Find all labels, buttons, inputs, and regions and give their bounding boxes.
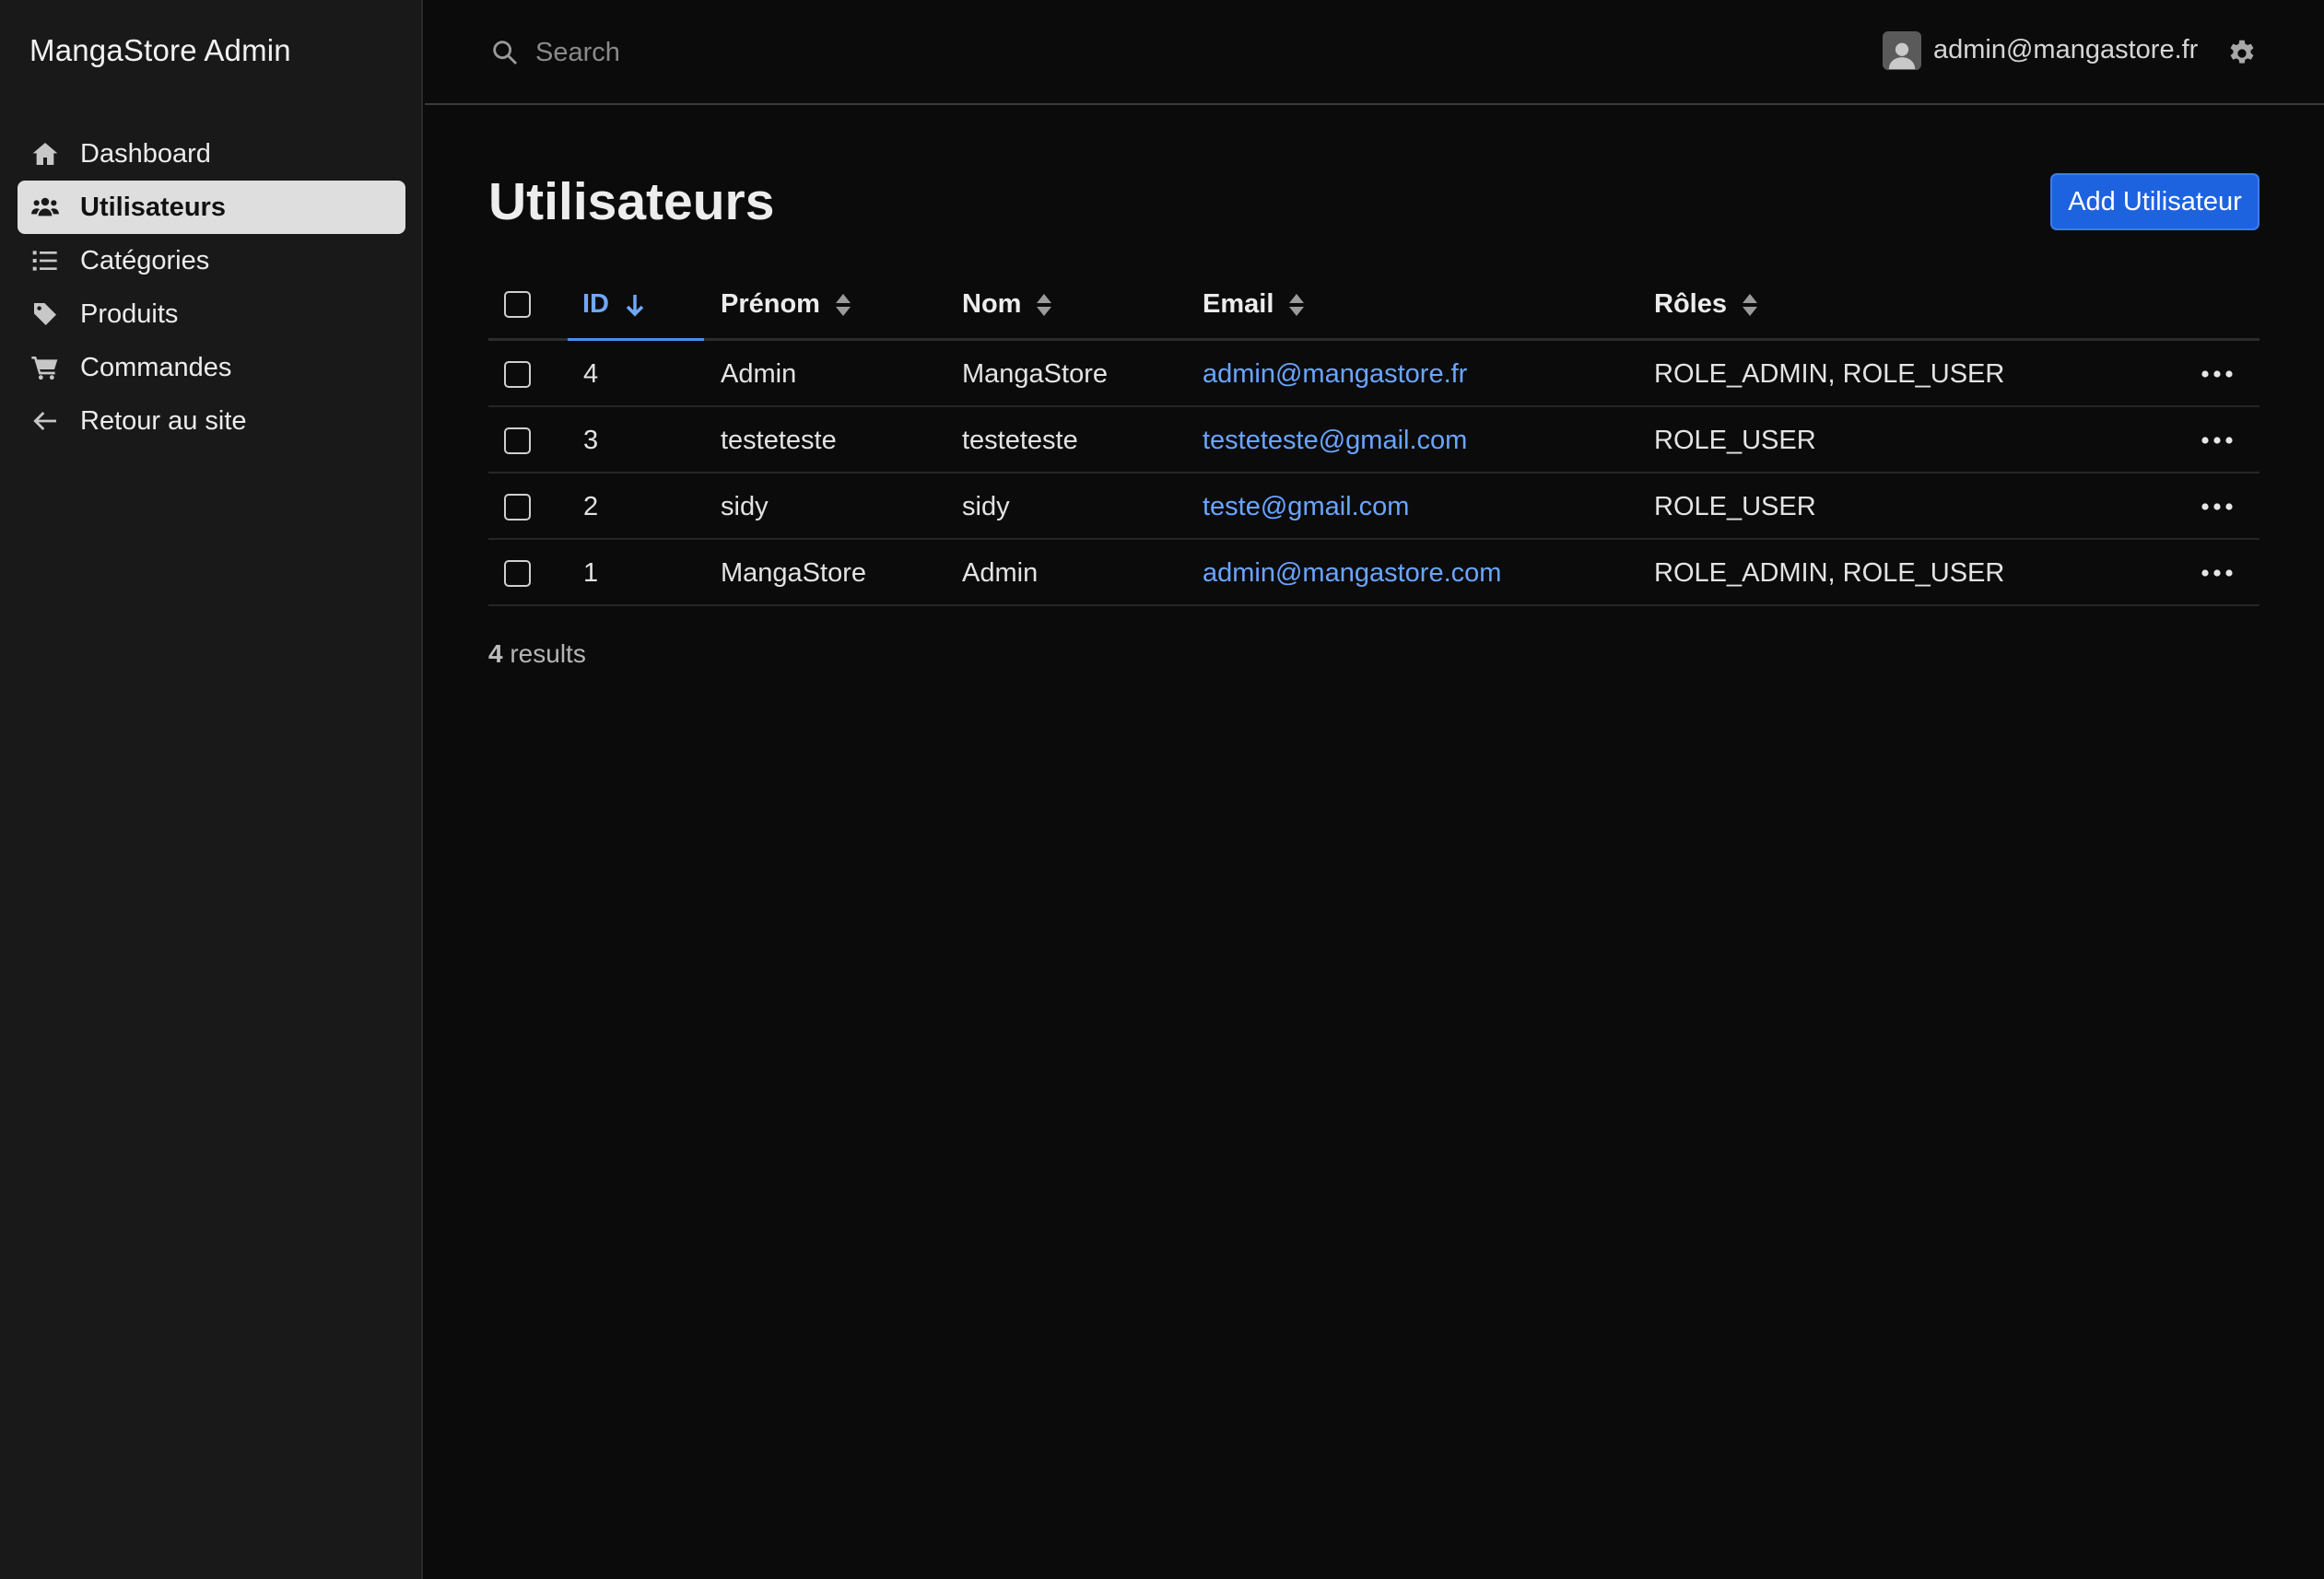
cell-roles: ROLE_ADMIN, ROLE_USER [1654,558,2005,588]
table-header: ID Prénom Nom Email Rôles [488,271,2259,341]
sidebar: MangaStore Admin Dashboard Utilisateurs … [0,0,423,1579]
users-icon [30,193,60,222]
row-checkbox[interactable] [504,361,531,388]
sidebar-item-label: Catégories [80,245,210,275]
results-number: 4 [488,639,503,668]
cell-prenom: MangaStore [721,558,866,588]
user-email[interactable]: admin@mangastore.fr [1933,35,2198,65]
gear-icon[interactable] [2225,37,2259,70]
table-row: 4 Admin MangaStore admin@mangastore.fr R… [488,341,2259,407]
arrow-left-icon [30,406,60,436]
sort-icon [1742,293,1758,317]
sidebar-item-utilisateurs[interactable]: Utilisateurs [18,181,405,234]
table-row: 3 testeteste testeteste testeteste@gmail… [488,407,2259,474]
cell-email-link[interactable]: admin@mangastore.fr [1203,359,1467,390]
cell-nom: sidy [962,492,1010,521]
cell-email-link[interactable]: admin@mangastore.com [1203,558,1501,589]
cell-email-link[interactable]: testeteste@gmail.com [1203,426,1467,456]
top-bar: admin@mangastore.fr [425,0,2324,105]
cell-roles: ROLE_USER [1654,426,1816,455]
cell-prenom: testeteste [721,426,837,455]
sort-icon [835,293,851,317]
column-header-email[interactable]: Email [1203,289,1305,320]
cell-roles: ROLE_ADMIN, ROLE_USER [1654,359,2005,389]
cell-id: 2 [583,492,599,521]
page-title: Utilisateurs [488,172,775,231]
row-checkbox[interactable] [504,560,531,587]
cell-id: 3 [583,426,599,455]
column-header-id[interactable]: ID [582,289,646,320]
cell-id: 1 [583,558,599,588]
column-header-nom[interactable]: Nom [962,289,1052,320]
column-header-label: Rôles [1654,289,1727,319]
tag-icon [30,299,60,329]
user-avatar-icon[interactable] [1883,31,1921,70]
row-checkbox[interactable] [504,427,531,454]
sidebar-item-retour-au-site[interactable]: Retour au site [18,394,405,448]
sort-icon [1288,293,1305,317]
users-table: ID Prénom Nom Email Rôles 4 Admin MangaS… [488,271,2259,606]
cell-prenom: Admin [721,359,797,389]
cell-email-link[interactable]: teste@gmail.com [1203,492,1409,522]
results-count: 4 results [488,639,586,669]
more-actions-icon[interactable] [2201,494,2234,520]
column-header-label: Nom [962,289,1022,319]
home-icon [30,139,60,169]
column-header-label: ID [582,289,609,319]
search-icon [489,37,521,68]
search-input[interactable] [535,28,1180,77]
sidebar-item-label: Utilisateurs [80,192,226,222]
sidebar-item-dashboard[interactable]: Dashboard [18,127,405,181]
cell-nom: Admin [962,558,1039,588]
brand-title: MangaStore Admin [29,33,291,67]
column-header-prenom[interactable]: Prénom [721,289,851,320]
sidebar-item-label: Commandes [80,352,232,382]
column-header-label: Prénom [721,289,820,319]
sidebar-item-label: Dashboard [80,138,211,169]
sidebar-nav: Dashboard Utilisateurs Catégories Produi… [18,127,405,448]
sidebar-item-produits[interactable]: Produits [18,287,405,341]
sidebar-item-label: Produits [80,298,179,329]
results-label: results [510,639,586,668]
more-actions-icon[interactable] [2201,560,2234,586]
column-header-label: Email [1203,289,1274,319]
sort-icon [1036,293,1052,317]
column-header-roles[interactable]: Rôles [1654,289,1758,320]
table-row: 2 sidy sidy teste@gmail.com ROLE_USER [488,474,2259,540]
row-checkbox[interactable] [504,494,531,520]
sidebar-item-commandes[interactable]: Commandes [18,341,405,394]
more-actions-icon[interactable] [2201,361,2234,387]
app: MangaStore Admin Dashboard Utilisateurs … [0,0,2324,1579]
cell-id: 4 [583,359,599,389]
cell-prenom: sidy [721,492,769,521]
cell-nom: MangaStore [962,359,1108,389]
more-actions-icon[interactable] [2201,427,2234,453]
select-all-checkbox[interactable] [504,291,531,318]
table-row: 1 MangaStore Admin admin@mangastore.com … [488,540,2259,606]
sidebar-item-label: Retour au site [80,405,247,436]
add-utilisateur-button[interactable]: Add Utilisateur [2050,173,2259,230]
cell-roles: ROLE_USER [1654,492,1816,521]
list-icon [30,246,60,275]
cart-icon [30,353,60,382]
sort-descending-icon [624,292,646,318]
cell-nom: testeteste [962,426,1078,455]
sidebar-item-categories[interactable]: Catégories [18,234,405,287]
